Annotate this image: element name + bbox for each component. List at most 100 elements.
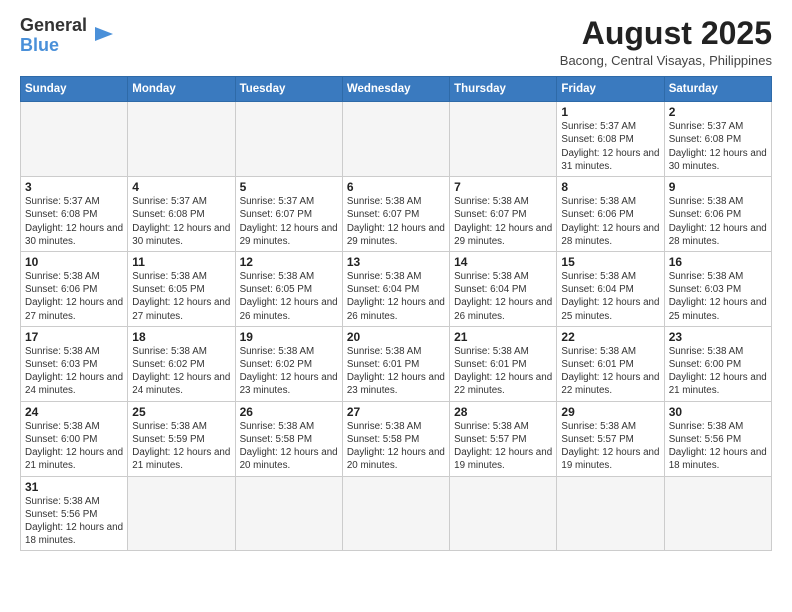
day-number: 8 <box>561 180 659 194</box>
calendar-cell <box>450 102 557 177</box>
calendar-cell <box>128 476 235 551</box>
calendar-cell: 29Sunrise: 5:38 AM Sunset: 5:57 PM Dayli… <box>557 401 664 476</box>
day-number: 13 <box>347 255 445 269</box>
day-number: 23 <box>669 330 767 344</box>
day-number: 28 <box>454 405 552 419</box>
day-info: Sunrise: 5:38 AM Sunset: 5:59 PM Dayligh… <box>132 420 230 473</box>
col-friday: Friday <box>557 77 664 102</box>
calendar-week-row: 1Sunrise: 5:37 AM Sunset: 6:08 PM Daylig… <box>21 102 772 177</box>
calendar-cell: 14Sunrise: 5:38 AM Sunset: 6:04 PM Dayli… <box>450 251 557 326</box>
day-info: Sunrise: 5:38 AM Sunset: 6:01 PM Dayligh… <box>561 345 659 398</box>
col-monday: Monday <box>128 77 235 102</box>
month-year: August 2025 <box>560 16 772 51</box>
day-info: Sunrise: 5:38 AM Sunset: 6:02 PM Dayligh… <box>132 345 230 398</box>
header: General Blue August 2025 Bacong, Central… <box>20 16 772 68</box>
day-number: 17 <box>25 330 123 344</box>
day-info: Sunrise: 5:38 AM Sunset: 6:00 PM Dayligh… <box>669 345 767 398</box>
day-info: Sunrise: 5:38 AM Sunset: 5:58 PM Dayligh… <box>347 420 445 473</box>
day-number: 30 <box>669 405 767 419</box>
col-sunday: Sunday <box>21 77 128 102</box>
calendar-cell: 22Sunrise: 5:38 AM Sunset: 6:01 PM Dayli… <box>557 326 664 401</box>
day-number: 4 <box>132 180 230 194</box>
day-number: 19 <box>240 330 338 344</box>
day-info: Sunrise: 5:38 AM Sunset: 5:56 PM Dayligh… <box>25 495 123 548</box>
day-number: 26 <box>240 405 338 419</box>
col-thursday: Thursday <box>450 77 557 102</box>
col-saturday: Saturday <box>664 77 771 102</box>
day-number: 20 <box>347 330 445 344</box>
calendar-body: 1Sunrise: 5:37 AM Sunset: 6:08 PM Daylig… <box>21 102 772 551</box>
calendar-cell <box>664 476 771 551</box>
logo-triangle-icon <box>93 23 115 45</box>
day-number: 11 <box>132 255 230 269</box>
calendar-cell: 4Sunrise: 5:37 AM Sunset: 6:08 PM Daylig… <box>128 177 235 252</box>
day-number: 21 <box>454 330 552 344</box>
calendar-cell: 24Sunrise: 5:38 AM Sunset: 6:00 PM Dayli… <box>21 401 128 476</box>
day-number: 24 <box>25 405 123 419</box>
day-number: 18 <box>132 330 230 344</box>
day-number: 16 <box>669 255 767 269</box>
day-number: 7 <box>454 180 552 194</box>
col-wednesday: Wednesday <box>342 77 449 102</box>
calendar-cell: 26Sunrise: 5:38 AM Sunset: 5:58 PM Dayli… <box>235 401 342 476</box>
calendar-cell: 12Sunrise: 5:38 AM Sunset: 6:05 PM Dayli… <box>235 251 342 326</box>
calendar-cell: 19Sunrise: 5:38 AM Sunset: 6:02 PM Dayli… <box>235 326 342 401</box>
day-number: 14 <box>454 255 552 269</box>
calendar-week-row: 17Sunrise: 5:38 AM Sunset: 6:03 PM Dayli… <box>21 326 772 401</box>
calendar-cell: 31Sunrise: 5:38 AM Sunset: 5:56 PM Dayli… <box>21 476 128 551</box>
calendar-cell: 3Sunrise: 5:37 AM Sunset: 6:08 PM Daylig… <box>21 177 128 252</box>
day-info: Sunrise: 5:38 AM Sunset: 6:04 PM Dayligh… <box>561 270 659 323</box>
logo-text: General Blue <box>20 16 87 56</box>
calendar-cell <box>235 476 342 551</box>
calendar-week-row: 10Sunrise: 5:38 AM Sunset: 6:06 PM Dayli… <box>21 251 772 326</box>
calendar-week-row: 31Sunrise: 5:38 AM Sunset: 5:56 PM Dayli… <box>21 476 772 551</box>
calendar-cell: 30Sunrise: 5:38 AM Sunset: 5:56 PM Dayli… <box>664 401 771 476</box>
day-info: Sunrise: 5:38 AM Sunset: 6:06 PM Dayligh… <box>561 195 659 248</box>
day-info: Sunrise: 5:38 AM Sunset: 5:57 PM Dayligh… <box>454 420 552 473</box>
calendar-cell: 13Sunrise: 5:38 AM Sunset: 6:04 PM Dayli… <box>342 251 449 326</box>
day-number: 5 <box>240 180 338 194</box>
location: Bacong, Central Visayas, Philippines <box>560 53 772 68</box>
day-info: Sunrise: 5:38 AM Sunset: 6:06 PM Dayligh… <box>25 270 123 323</box>
calendar-cell: 20Sunrise: 5:38 AM Sunset: 6:01 PM Dayli… <box>342 326 449 401</box>
logo: General Blue <box>20 16 115 56</box>
day-info: Sunrise: 5:38 AM Sunset: 6:04 PM Dayligh… <box>454 270 552 323</box>
day-info: Sunrise: 5:38 AM Sunset: 6:06 PM Dayligh… <box>669 195 767 248</box>
day-info: Sunrise: 5:38 AM Sunset: 6:05 PM Dayligh… <box>132 270 230 323</box>
calendar-cell: 1Sunrise: 5:37 AM Sunset: 6:08 PM Daylig… <box>557 102 664 177</box>
day-info: Sunrise: 5:38 AM Sunset: 6:01 PM Dayligh… <box>454 345 552 398</box>
calendar-cell: 11Sunrise: 5:38 AM Sunset: 6:05 PM Dayli… <box>128 251 235 326</box>
calendar-cell: 6Sunrise: 5:38 AM Sunset: 6:07 PM Daylig… <box>342 177 449 252</box>
calendar: Sunday Monday Tuesday Wednesday Thursday… <box>20 76 772 551</box>
day-info: Sunrise: 5:38 AM Sunset: 6:07 PM Dayligh… <box>454 195 552 248</box>
calendar-week-row: 3Sunrise: 5:37 AM Sunset: 6:08 PM Daylig… <box>21 177 772 252</box>
calendar-cell <box>21 102 128 177</box>
day-info: Sunrise: 5:37 AM Sunset: 6:08 PM Dayligh… <box>132 195 230 248</box>
day-info: Sunrise: 5:37 AM Sunset: 6:07 PM Dayligh… <box>240 195 338 248</box>
weekday-header-row: Sunday Monday Tuesday Wednesday Thursday… <box>21 77 772 102</box>
day-number: 29 <box>561 405 659 419</box>
day-number: 10 <box>25 255 123 269</box>
calendar-cell <box>128 102 235 177</box>
day-info: Sunrise: 5:38 AM Sunset: 5:56 PM Dayligh… <box>669 420 767 473</box>
calendar-cell: 8Sunrise: 5:38 AM Sunset: 6:06 PM Daylig… <box>557 177 664 252</box>
col-tuesday: Tuesday <box>235 77 342 102</box>
calendar-cell: 16Sunrise: 5:38 AM Sunset: 6:03 PM Dayli… <box>664 251 771 326</box>
day-info: Sunrise: 5:38 AM Sunset: 6:01 PM Dayligh… <box>347 345 445 398</box>
day-info: Sunrise: 5:37 AM Sunset: 6:08 PM Dayligh… <box>561 120 659 173</box>
day-number: 22 <box>561 330 659 344</box>
day-info: Sunrise: 5:38 AM Sunset: 6:04 PM Dayligh… <box>347 270 445 323</box>
day-number: 27 <box>347 405 445 419</box>
day-info: Sunrise: 5:38 AM Sunset: 6:02 PM Dayligh… <box>240 345 338 398</box>
calendar-cell <box>342 476 449 551</box>
day-info: Sunrise: 5:38 AM Sunset: 6:03 PM Dayligh… <box>669 270 767 323</box>
day-info: Sunrise: 5:38 AM Sunset: 6:07 PM Dayligh… <box>347 195 445 248</box>
day-number: 6 <box>347 180 445 194</box>
calendar-cell <box>450 476 557 551</box>
calendar-cell: 9Sunrise: 5:38 AM Sunset: 6:06 PM Daylig… <box>664 177 771 252</box>
page: General Blue August 2025 Bacong, Central… <box>0 0 792 561</box>
calendar-cell: 25Sunrise: 5:38 AM Sunset: 5:59 PM Dayli… <box>128 401 235 476</box>
calendar-cell: 21Sunrise: 5:38 AM Sunset: 6:01 PM Dayli… <box>450 326 557 401</box>
calendar-cell: 5Sunrise: 5:37 AM Sunset: 6:07 PM Daylig… <box>235 177 342 252</box>
day-number: 15 <box>561 255 659 269</box>
